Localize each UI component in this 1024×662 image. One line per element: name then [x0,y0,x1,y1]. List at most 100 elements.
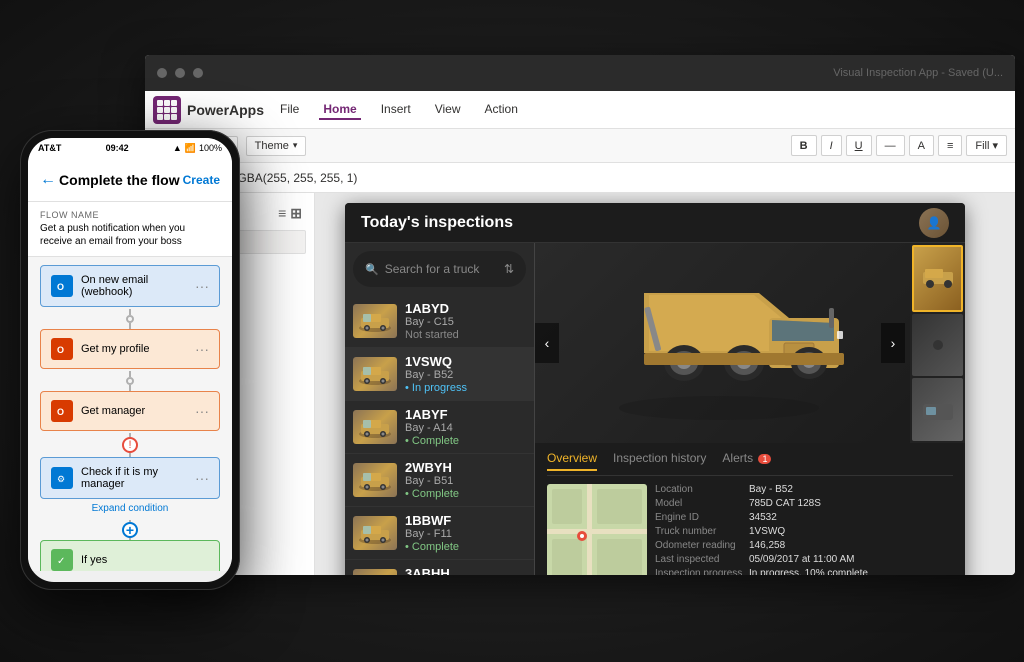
step-box-profile[interactable]: O Get my profile ··· [40,329,220,369]
menu-action[interactable]: Action [481,100,522,120]
detail-engine-id: Engine ID 34532 [655,512,953,523]
truck-id: 1ABYD [405,301,526,316]
connector-dot [126,315,134,323]
image-next-button[interactable]: › [881,323,905,363]
truck-bay-4: Bay - B51 [405,475,526,487]
menu-file[interactable]: File [276,100,303,120]
flow-step-1: O On new email (webhook) ··· [40,265,220,307]
truck-id-4: 2WBYH [405,460,526,475]
flow-description: Get a push notification when you receive… [40,222,220,248]
fill-button[interactable]: Fill ▾ [966,135,1007,156]
connector-4: + [40,520,220,540]
phone-outer: AT&T 09:42 ▲ 📶 100% ← Complete the flow … [20,130,240,590]
search-icon-2: 🔍 [365,263,379,276]
menu-insert[interactable]: Insert [377,100,415,120]
truck-item-6[interactable]: 3ABHH Bay - B09 Complete [345,560,534,575]
tab-inspection-history[interactable]: Inspection history [613,451,706,471]
align-button[interactable]: ≡ [938,135,962,156]
truck-bay: Bay - C15 [405,316,526,328]
truck-bay-2: Bay - B52 [405,369,526,381]
phone-screen: AT&T 09:42 ▲ 📶 100% ← Complete the flow … [28,138,232,582]
flow-step-5: ✓ If yes [40,540,220,571]
thumb-1[interactable] [912,245,963,312]
detail-model: Model 785D CAT 128S [655,498,953,509]
truck-search-bar[interactable]: 🔍 Search for a truck ⇅ [353,251,526,287]
step-box-if-yes[interactable]: ✓ If yes [40,540,220,571]
toolbar: New screen ▾ Theme ▾ B I U — A ≡ Fill ▾ [145,129,1015,163]
truck-bay-3: Bay - A14 [405,422,526,434]
step-more-icon-4[interactable]: ··· [195,470,209,486]
truck-item-active[interactable]: 1VSWQ Bay - B52 In progress [345,348,534,401]
menu-view[interactable]: View [431,100,465,120]
back-button[interactable]: ← [40,171,56,189]
step-box-manager[interactable]: O Get manager ··· [40,391,220,431]
step-box-check[interactable]: ⚙ Check if it is my manager ··· [40,457,220,499]
truck-info: 1ABYD Bay - C15 Not started [405,301,526,341]
menu-home[interactable]: Home [319,100,360,120]
list-view-icon[interactable]: ≡ [278,205,286,222]
strikethrough-button[interactable]: — [876,135,905,156]
step-more-icon[interactable]: ··· [195,278,209,294]
truck-info-4: 2WBYH Bay - B51 Complete [405,460,526,500]
thumb-2[interactable] [912,314,963,377]
truck-main-image: ‹ › [535,243,965,443]
tab-alerts[interactable]: Alerts 1 [722,451,771,471]
step-box-webhook[interactable]: O On new email (webhook) ··· [40,265,220,307]
flow-step-2: O Get my profile ··· [40,329,220,369]
theme-label: Theme [255,140,289,152]
grid-view-icon[interactable]: ⊞ [290,205,302,222]
user-avatar[interactable]: 👤 [919,208,949,238]
truck-thumbnail-4 [353,463,397,497]
theme-button[interactable]: Theme ▾ [246,136,307,156]
powerapps-editor: Visual Inspection App - Saved (U... Powe… [145,55,1015,575]
detail-inspection-progress: Inspection progress In progress, 10% com… [655,568,953,575]
formula-content[interactable]: RGBA(255, 255, 255, 1) [229,171,358,185]
step-label-webhook: On new email (webhook) [81,274,187,298]
map-svg [547,484,647,575]
thumb-3[interactable] [912,378,963,441]
svg-text:O: O [57,345,64,355]
tab-overview[interactable]: Overview [547,451,597,471]
chevron-down-icon-2: ▾ [293,140,298,151]
truck-id-2: 1VSWQ [405,354,526,369]
truck-thumbnail-5 [353,516,397,550]
flow-app-header: ← Complete the flow Create [28,158,232,202]
create-button[interactable]: Create [183,173,220,187]
truck-info-6: 3ABHH Bay - B09 Complete [405,566,526,575]
detail-split: Location Bay - B52 Model 785D CAT 128S [547,484,953,575]
truck-bay-5: Bay - F11 [405,528,526,540]
phone-device: AT&T 09:42 ▲ 📶 100% ← Complete the flow … [20,130,240,590]
battery-indicator: ▲ 📶 100% [173,143,222,154]
detail-tabs: Overview Inspection history Alerts 1 [547,451,953,476]
truck-item[interactable]: 1ABYD Bay - C15 Not started [345,295,534,348]
truck-item-3[interactable]: 1ABYF Bay - A14 Complete [345,401,534,454]
bold-button[interactable]: B [791,135,817,156]
step-more-icon-2[interactable]: ··· [195,341,209,357]
truck-list: 1ABYD Bay - C15 Not started [345,295,534,575]
inspection-header: Today's inspections 👤 [345,203,965,243]
connector-dot-2 [126,377,134,385]
truck-status-3: Complete [405,435,526,447]
add-step-button[interactable]: + [122,522,138,538]
canvas-area: Today's inspections 👤 🔍 Search for a tru… [315,193,1015,575]
inspection-detail-panel: ‹ › [535,243,965,575]
sort-icon[interactable]: ⇅ [504,262,514,276]
status-bar: AT&T 09:42 ▲ 📶 100% [28,138,232,158]
truck-item-5[interactable]: 1BBWF Bay - F11 Complete [345,507,534,560]
check-icon: ✓ [51,549,73,571]
save-status: Visual Inspection App - Saved (U... [833,67,1003,79]
truck-info-3: 1ABYF Bay - A14 Complete [405,407,526,447]
flow-name-label: Flow name [40,210,220,220]
inspection-app-preview: Today's inspections 👤 🔍 Search for a tru… [345,203,965,575]
font-color-button[interactable]: A [909,135,934,156]
menu-items: File Home Insert View Action [276,100,522,120]
image-prev-button[interactable]: ‹ [535,323,559,363]
underline-button[interactable]: U [846,135,872,156]
truck-item-4[interactable]: 2WBYH Bay - B51 Complete [345,454,534,507]
expand-condition-button[interactable]: Expand condition [40,499,220,518]
titlebar-dot-3 [193,68,203,78]
italic-button[interactable]: I [821,135,842,156]
clock-display: 09:42 [61,143,173,153]
step-more-icon-3[interactable]: ··· [195,403,209,419]
location-map [547,484,647,575]
